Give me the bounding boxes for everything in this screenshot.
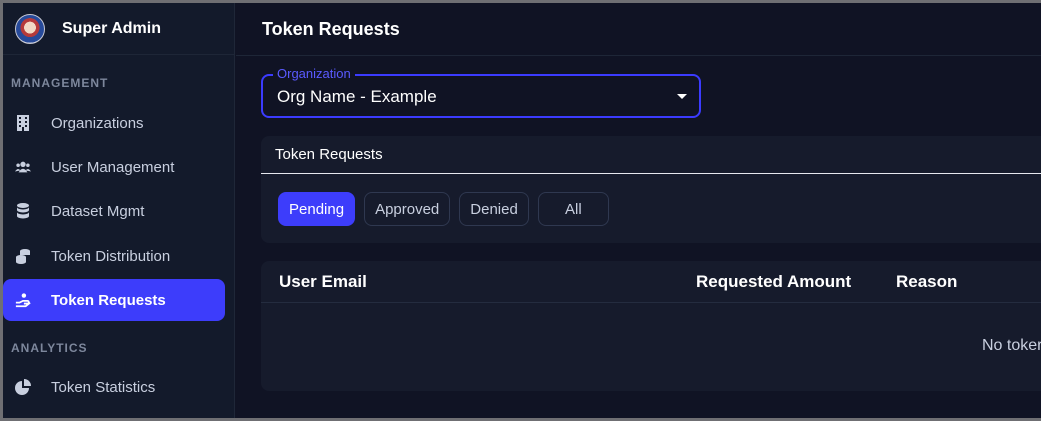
sidebar-item-organizations[interactable]: Organizations [3, 102, 225, 144]
card-title: Token Requests [261, 136, 1041, 174]
pie-chart-icon [15, 379, 31, 395]
database-icon [15, 203, 31, 219]
organization-label: Organization [273, 66, 355, 81]
table-header: User Email Requested Amount Reason [261, 261, 1041, 303]
coins-icon [15, 248, 31, 264]
sidebar-item-dataset-mgmt[interactable]: Dataset Mgmt [3, 190, 225, 232]
sidebar-item-label: Token Requests [51, 291, 166, 309]
section-label-management: MANAGEMENT [11, 76, 109, 90]
logo-icon [15, 13, 45, 44]
sidebar-item-token-statistics[interactable]: Token Statistics [3, 366, 225, 408]
chevron-down-icon[interactable] [677, 94, 687, 99]
sidebar-item-token-requests[interactable]: Token Requests [3, 279, 225, 321]
sidebar: Super Admin MANAGEMENT Organizations Use… [3, 3, 235, 418]
users-icon [15, 159, 31, 175]
token-requests-card: Token Requests Pending Approved Denied A… [261, 136, 1041, 243]
organization-select[interactable]: Organization Org Name - Example [261, 66, 701, 118]
organization-value: Org Name - Example [277, 87, 437, 106]
status-filter-group: Pending Approved Denied All [278, 192, 609, 226]
brand: Super Admin [3, 3, 234, 55]
sidebar-item-label: Dataset Mgmt [51, 202, 145, 220]
sidebar-item-label: Token Statistics [51, 378, 156, 396]
sidebar-item-user-management[interactable]: User Management [3, 146, 225, 188]
sidebar-item-label: User Management [51, 158, 175, 176]
filter-pending-button[interactable]: Pending [278, 192, 356, 226]
requests-table: User Email Requested Amount Reason No to… [261, 261, 1041, 391]
sidebar-item-token-distribution[interactable]: Token Distribution [3, 235, 225, 277]
brand-name: Super Admin [62, 19, 161, 37]
filter-approved-button[interactable]: Approved [364, 192, 451, 226]
section-label-analytics: ANALYTICS [11, 341, 88, 355]
app-window: Super Admin MANAGEMENT Organizations Use… [3, 3, 1041, 418]
main-content: Token Requests Organization Org Name - E… [236, 3, 1041, 418]
sidebar-item-label: Organizations [51, 114, 144, 132]
column-header-user-email[interactable]: User Email [279, 272, 367, 292]
column-header-requested-amount[interactable]: Requested Amount [696, 272, 851, 292]
empty-state-message: No toker [982, 337, 1041, 354]
header-bar: Token Requests [236, 3, 1041, 56]
sidebar-item-label: Token Distribution [51, 247, 171, 265]
filter-all-button[interactable]: All [537, 192, 609, 226]
filter-denied-button[interactable]: Denied [459, 192, 529, 226]
page-title: Token Requests [262, 18, 400, 39]
hand-coin-icon [15, 292, 31, 308]
building-icon [15, 115, 31, 131]
column-header-reason[interactable]: Reason [896, 272, 957, 292]
